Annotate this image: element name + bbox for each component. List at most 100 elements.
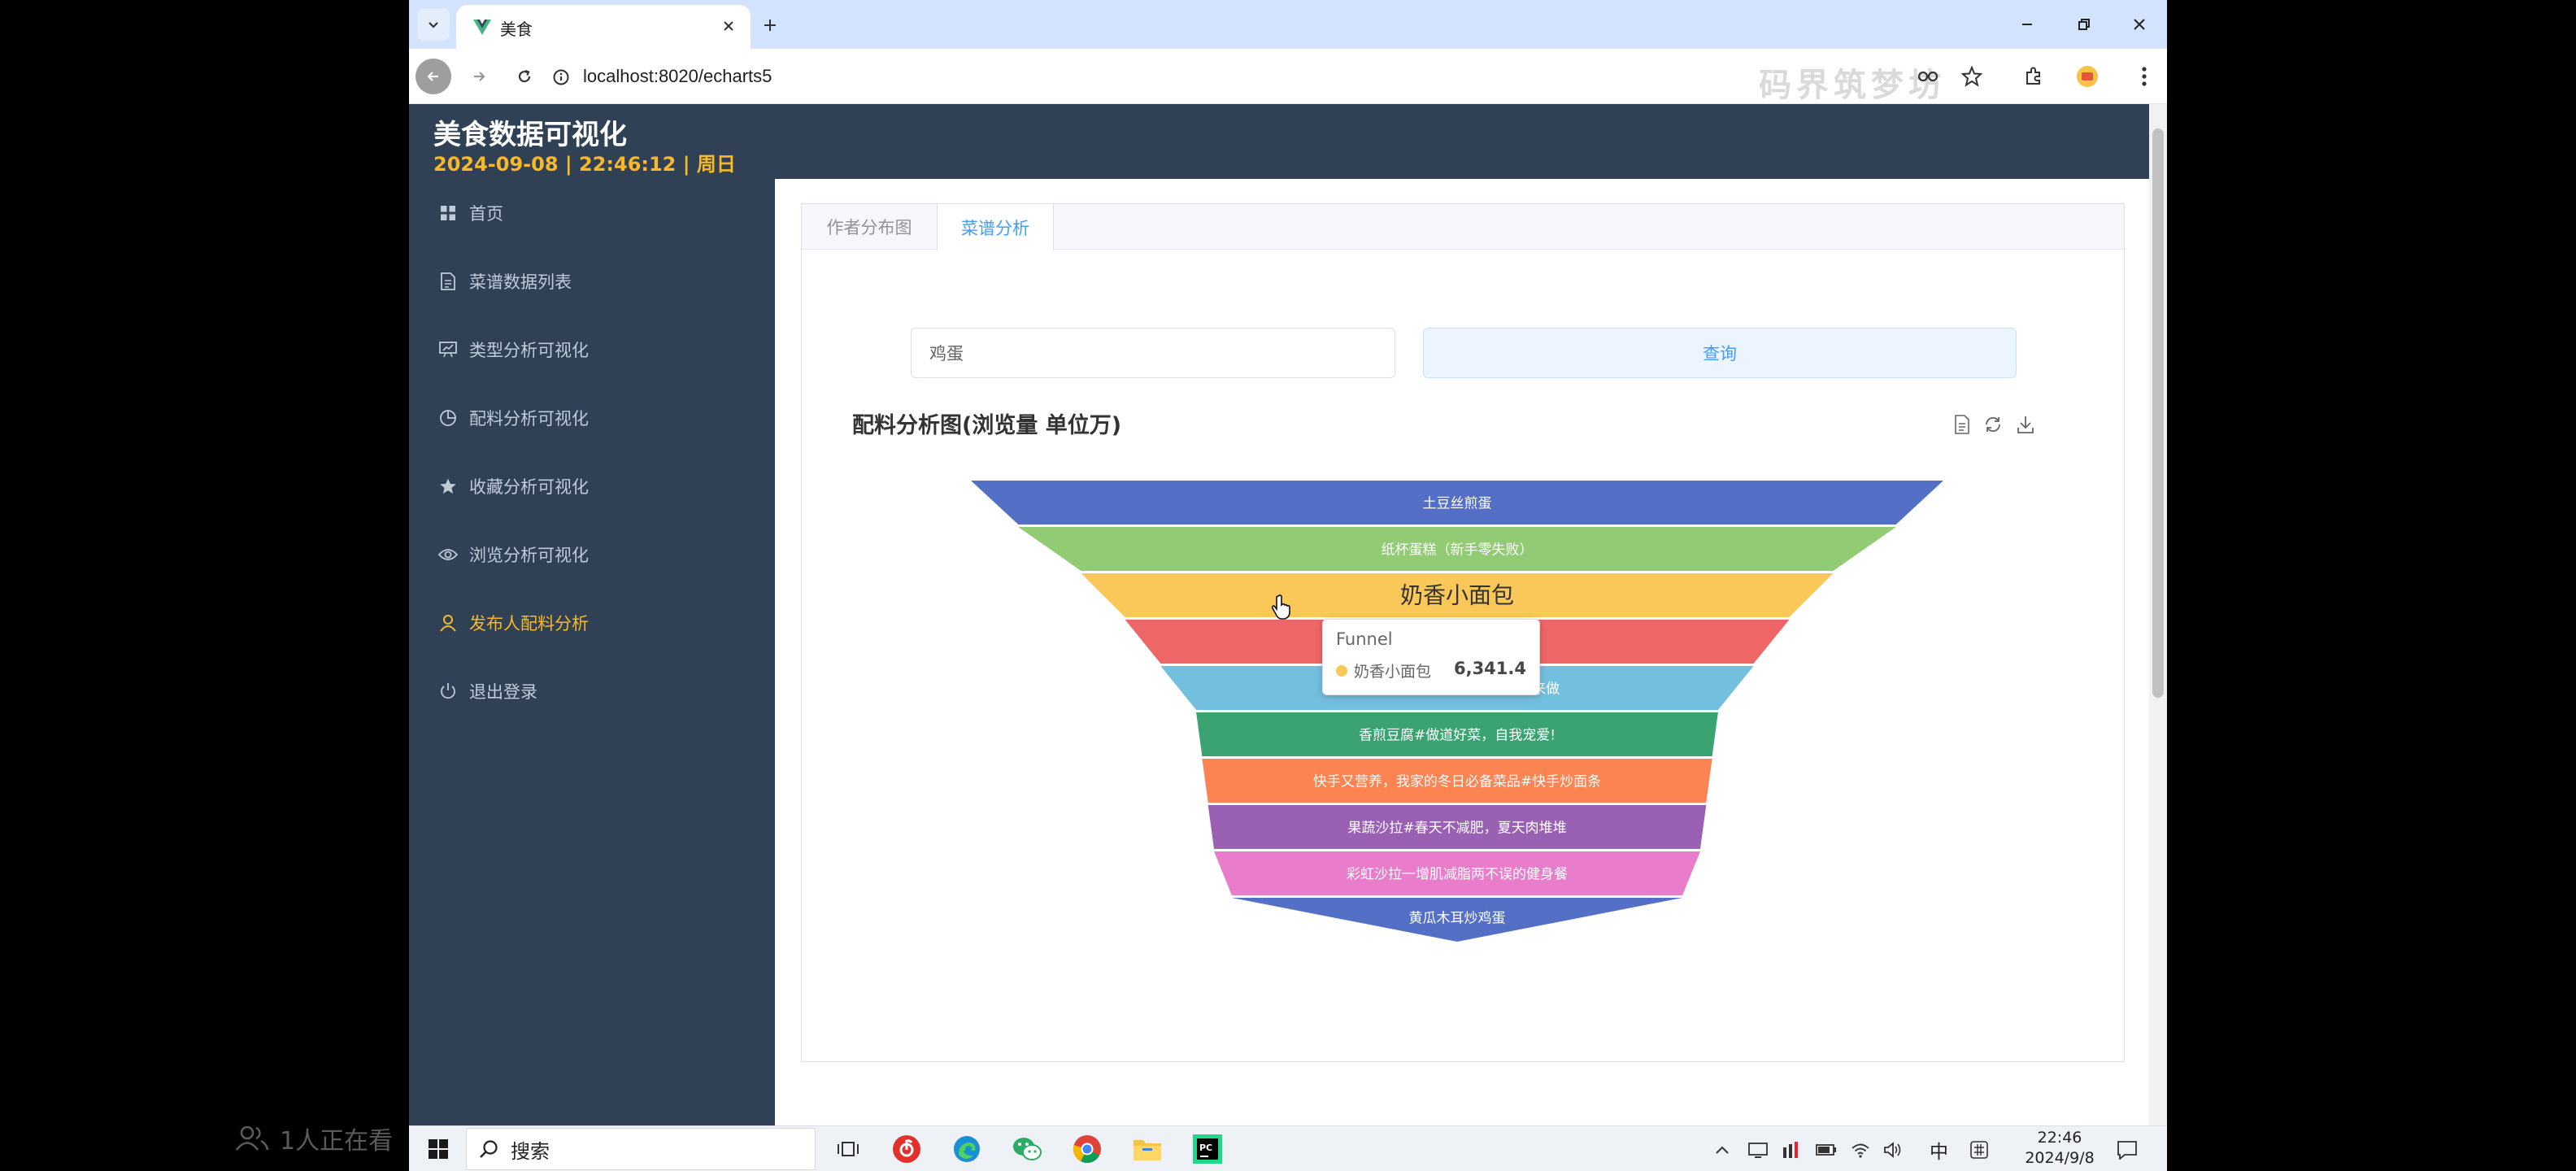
forward-button[interactable] <box>461 59 497 94</box>
ime-mode-icon[interactable] <box>1967 1138 1991 1162</box>
funnel-layer-label: 果蔬沙拉#春天不减肥，夏天肉堆堆 <box>1347 821 1566 837</box>
sidebar-item-label: 收藏分析可视化 <box>469 477 589 497</box>
taskbar: 搜索 PC 中 22:46 2024/9/8 <box>409 1125 2167 1171</box>
funnel-layer-label: 香煎豆腐#做道好菜，自我宠爱! <box>1359 728 1556 744</box>
extensions-icon[interactable] <box>2019 62 2048 91</box>
minimize-button[interactable] <box>2003 7 2052 42</box>
file-explorer-icon[interactable] <box>1129 1131 1165 1167</box>
notification-icon[interactable] <box>2115 1138 2139 1162</box>
sidebar-item-label: 发布人配料分析 <box>469 614 589 633</box>
browser-window: 美食 localhost:8020/echarts5 码界筑梦坊 美食数据可视化… <box>409 0 2167 1171</box>
restore-icon <box>2078 19 2090 30</box>
sidebar-item-label: 类型分析可视化 <box>469 341 589 360</box>
sidebar-item-favorite-analysis[interactable]: 收藏分析可视化 <box>409 452 775 520</box>
funnel-layer-label: 彩虹沙拉一增肌减脂两不误的健身餐 <box>1347 867 1568 883</box>
pie-icon <box>438 408 458 428</box>
netease-music-icon[interactable] <box>889 1131 925 1167</box>
minimize-icon <box>2022 24 2032 25</box>
device-icon[interactable] <box>1746 1138 1770 1162</box>
browser-toolbar: localhost:8020/echarts5 码界筑梦坊 <box>409 49 2167 104</box>
tab-search-button[interactable] <box>417 8 450 41</box>
bookmark-star-icon[interactable] <box>1957 62 1986 91</box>
start-button[interactable] <box>417 1128 459 1170</box>
funnel-layer-label: 纸杯蛋糕（新手零失败） <box>1382 542 1534 559</box>
app-datetime: 2024-09-08 | 22:46:12 | 周日 <box>433 153 736 176</box>
close-window-button[interactable] <box>2115 7 2164 42</box>
close-icon <box>724 21 733 31</box>
chevron-up-icon[interactable] <box>1710 1138 1734 1162</box>
tooltip-color-dot <box>1336 665 1347 677</box>
arrow-left-icon <box>427 72 438 81</box>
star-icon <box>438 477 458 496</box>
restore-button[interactable] <box>2060 7 2108 42</box>
viewer-count: 1人正在看 <box>234 1121 393 1156</box>
power-icon <box>438 681 458 701</box>
arrow-right-icon <box>474 72 485 81</box>
funnel-layer-label: 奶香小面包 <box>1400 582 1514 609</box>
sidebar-item-view-analysis[interactable]: 浏览分析可视化 <box>409 520 775 589</box>
clock-date[interactable]: 2024/9/8 <box>2019 1149 2100 1167</box>
page-viewport: 美食数据可视化 2024-09-08 | 22:46:12 | 周日 首页 菜谱… <box>409 104 2149 1125</box>
sidebar-item-recipe-list[interactable]: 菜谱数据列表 <box>409 247 775 316</box>
back-button[interactable] <box>416 59 451 94</box>
search-icon <box>480 1140 498 1158</box>
scrollbar-thumb[interactable] <box>2152 128 2164 698</box>
menu-dots-icon[interactable] <box>2130 62 2159 91</box>
sidebar-item-label: 浏览分析可视化 <box>469 546 589 565</box>
reload-icon <box>518 69 531 83</box>
sidebar-item-ingredient-analysis[interactable]: 配料分析可视化 <box>409 384 775 452</box>
chrome-icon[interactable] <box>1069 1131 1105 1167</box>
sidebar-item-logout[interactable]: 退出登录 <box>409 657 775 725</box>
main-content: 作者分布图 菜谱分析 鸡蛋 查询 配料分析图(浏览量 单位万) 土豆丝煎蛋 纸杯蛋… <box>775 179 2149 1125</box>
profile-avatar-icon[interactable] <box>2073 62 2102 91</box>
sidebar-item-label: 退出登录 <box>469 682 537 702</box>
tooltip-item-value: 6,341.4 <box>1453 659 1526 678</box>
svg-text:PC: PC <box>1199 1143 1212 1153</box>
clock-time[interactable]: 22:46 <box>2019 1129 2100 1147</box>
tab-close-button[interactable] <box>716 14 741 38</box>
address-bar[interactable]: localhost:8020/echarts5 <box>549 57 1850 96</box>
url-text: localhost:8020/echarts5 <box>583 66 772 86</box>
tooltip-item-name: 奶香小面包 <box>1354 663 1432 681</box>
user-icon <box>438 613 458 633</box>
app-header: 美食数据可视化 2024-09-08 | 22:46:12 | 周日 <box>409 104 2149 179</box>
sidebar-item-type-analysis[interactable]: 类型分析可视化 <box>409 316 775 384</box>
pycharm-icon[interactable]: PC <box>1190 1131 1225 1167</box>
hand-cursor-icon <box>1272 594 1290 620</box>
plus-icon <box>764 20 776 31</box>
tab-strip: 美食 <box>409 0 2167 49</box>
task-view-icon[interactable] <box>830 1131 866 1167</box>
document-icon <box>438 272 458 291</box>
eye-icon <box>438 545 458 564</box>
wechat-icon[interactable] <box>1009 1131 1045 1167</box>
scrollbar[interactable] <box>2149 104 2167 1125</box>
sidebar-item-publisher-analysis[interactable]: 发布人配料分析 <box>409 589 775 657</box>
funnel-layer-label: 快手又营养，我家的冬日必备菜品#快手炒面条 <box>1313 774 1601 790</box>
chart-board-icon <box>438 340 458 359</box>
taskbar-search[interactable]: 搜索 <box>466 1128 816 1170</box>
grid-icon <box>438 203 458 223</box>
windows-logo-icon <box>429 1139 448 1159</box>
vue-logo-icon <box>473 20 491 35</box>
funnel-layer-label: 土豆丝煎蛋 <box>1423 496 1492 512</box>
wifi-icon[interactable] <box>1848 1138 1873 1162</box>
browser-tab[interactable]: 美食 <box>456 5 751 49</box>
reload-button[interactable] <box>507 59 542 94</box>
password-key-icon[interactable] <box>1913 62 1943 91</box>
site-info-icon[interactable] <box>549 65 573 89</box>
new-tab-button[interactable] <box>755 10 785 41</box>
tab-title: 美食 <box>500 20 533 39</box>
funnel-layer-label: 黄瓜木耳炒鸡蛋 <box>1409 911 1506 927</box>
app-tray-icon[interactable] <box>1780 1138 1804 1162</box>
sidebar-item-home[interactable]: 首页 <box>409 179 775 247</box>
viewer-count-text: 1人正在看 <box>280 1127 394 1156</box>
battery-icon[interactable] <box>1814 1138 1838 1162</box>
tooltip-series-name: Funnel <box>1336 629 1393 649</box>
sidebar: 首页 菜谱数据列表 类型分析可视化 配料分析可视化 收藏分析可视化 浏览分析可视… <box>409 179 775 1125</box>
volume-icon[interactable] <box>1881 1138 1905 1162</box>
chart-tooltip: Funnel 奶香小面包 6,341.4 <box>1322 619 1540 695</box>
input-method-indicator[interactable]: 中 <box>1930 1136 1948 1164</box>
sidebar-item-label: 菜谱数据列表 <box>469 272 572 292</box>
edge-browser-icon[interactable] <box>949 1131 985 1167</box>
app-title: 美食数据可视化 <box>433 119 627 151</box>
